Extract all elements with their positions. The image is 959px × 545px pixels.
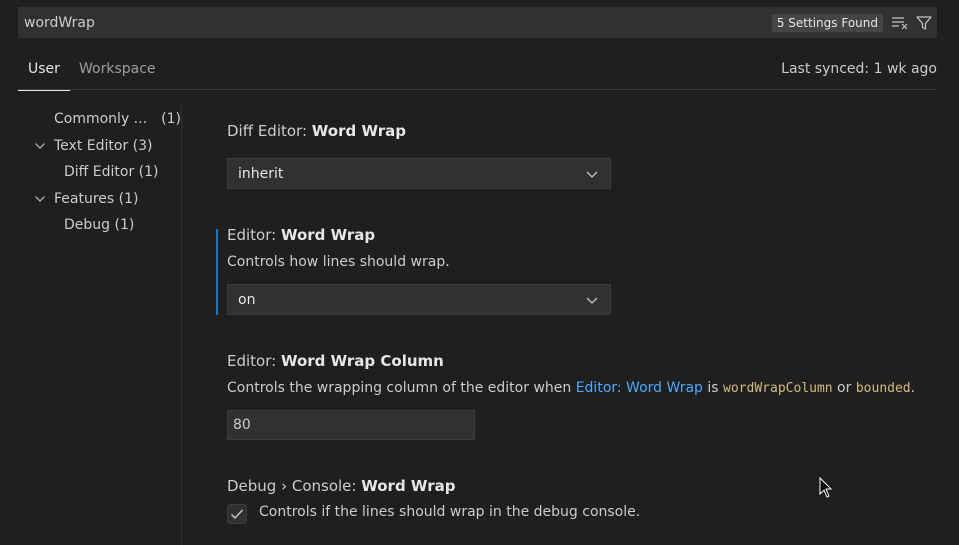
focused-setting-indicator bbox=[216, 229, 218, 315]
checkmark-icon bbox=[231, 509, 244, 520]
setting-description: Controls if the lines should wrap in the… bbox=[259, 504, 641, 520]
setting-title-diff-editor-word-wrap: Diff Editor: Word Wrap bbox=[227, 122, 406, 140]
settings-toc-tree: Commonly ... (1) Text Editor (3) Diff Ed… bbox=[18, 106, 181, 239]
tree-item-label: Text Editor (3) bbox=[54, 137, 153, 154]
code-value: bounded bbox=[855, 381, 911, 396]
setting-description: Controls how lines should wrap. bbox=[227, 254, 450, 270]
settings-search-bar: 5 Settings Found bbox=[18, 7, 937, 38]
tree-item-label: Diff Editor (1) bbox=[64, 164, 159, 180]
tree-item-commonly-used[interactable]: Commonly ... (1) bbox=[18, 106, 181, 133]
tree-item-count: (1) bbox=[161, 111, 181, 127]
select-value: inherit bbox=[238, 165, 284, 182]
setting-name: Word Wrap bbox=[280, 226, 376, 244]
setting-description: Controls the wrapping column of the edit… bbox=[227, 380, 915, 396]
setting-name: Word Wrap bbox=[311, 122, 406, 140]
setting-name: Word Wrap Column bbox=[280, 352, 444, 370]
code-value: wordWrapColumn bbox=[723, 381, 833, 396]
setting-category: Diff Editor: bbox=[227, 122, 312, 140]
editor-word-wrap-select[interactable]: on bbox=[227, 284, 611, 315]
chevron-down-icon[interactable] bbox=[34, 140, 46, 152]
mouse-cursor-icon bbox=[819, 477, 833, 498]
word-wrap-column-input-box bbox=[227, 410, 475, 440]
word-wrap-column-input[interactable] bbox=[228, 411, 474, 439]
setting-title-debug-console-word-wrap: Debug › Console: Word Wrap bbox=[227, 477, 455, 495]
setting-category: Debug › Console: bbox=[227, 477, 362, 495]
tree-item-label: Features (1) bbox=[54, 190, 139, 207]
chevron-down-icon bbox=[586, 171, 598, 178]
tree-item-label: Commonly ... bbox=[54, 111, 148, 127]
settings-scope-tabs: User Workspace Last synced: 1 wk ago bbox=[18, 48, 937, 91]
tab-workspace[interactable]: Workspace bbox=[79, 48, 156, 90]
desc-text: . bbox=[910, 380, 916, 396]
chevron-down-icon bbox=[586, 297, 598, 304]
setting-category: Editor: bbox=[227, 226, 281, 244]
tree-item-label: Debug (1) bbox=[64, 217, 135, 233]
tree-item-diff-editor[interactable]: Diff Editor (1) bbox=[18, 159, 181, 186]
last-synced-status: Last synced: 1 wk ago bbox=[781, 61, 937, 77]
tab-user[interactable]: User bbox=[18, 48, 70, 91]
desc-text: is bbox=[702, 380, 724, 396]
settings-editor: 5 Settings Found User Workspace Last syn… bbox=[0, 0, 959, 545]
select-value: on bbox=[238, 291, 256, 308]
debug-console-word-wrap-checkbox[interactable] bbox=[227, 504, 247, 524]
tree-divider bbox=[181, 106, 182, 545]
clear-filter-icon[interactable] bbox=[889, 12, 911, 34]
setting-category: Editor: bbox=[227, 352, 281, 370]
setting-link[interactable]: Editor: Word Wrap bbox=[576, 380, 703, 396]
setting-name: Word Wrap bbox=[361, 477, 456, 495]
setting-title-editor-word-wrap: Editor: Word Wrap bbox=[227, 226, 375, 244]
desc-text: Controls the wrapping column of the edit… bbox=[227, 380, 576, 396]
results-count-badge: 5 Settings Found bbox=[771, 13, 883, 32]
filter-icon[interactable] bbox=[913, 12, 935, 34]
settings-search-input[interactable] bbox=[18, 7, 772, 38]
setting-title-editor-word-wrap-column: Editor: Word Wrap Column bbox=[227, 352, 444, 370]
chevron-down-icon[interactable] bbox=[34, 193, 46, 205]
tree-item-debug[interactable]: Debug (1) bbox=[18, 212, 181, 239]
desc-text: or bbox=[832, 380, 856, 396]
tree-item-features[interactable]: Features (1) bbox=[18, 186, 181, 213]
tree-item-text-editor[interactable]: Text Editor (3) bbox=[18, 133, 181, 160]
diff-editor-word-wrap-select[interactable]: inherit bbox=[227, 158, 611, 189]
